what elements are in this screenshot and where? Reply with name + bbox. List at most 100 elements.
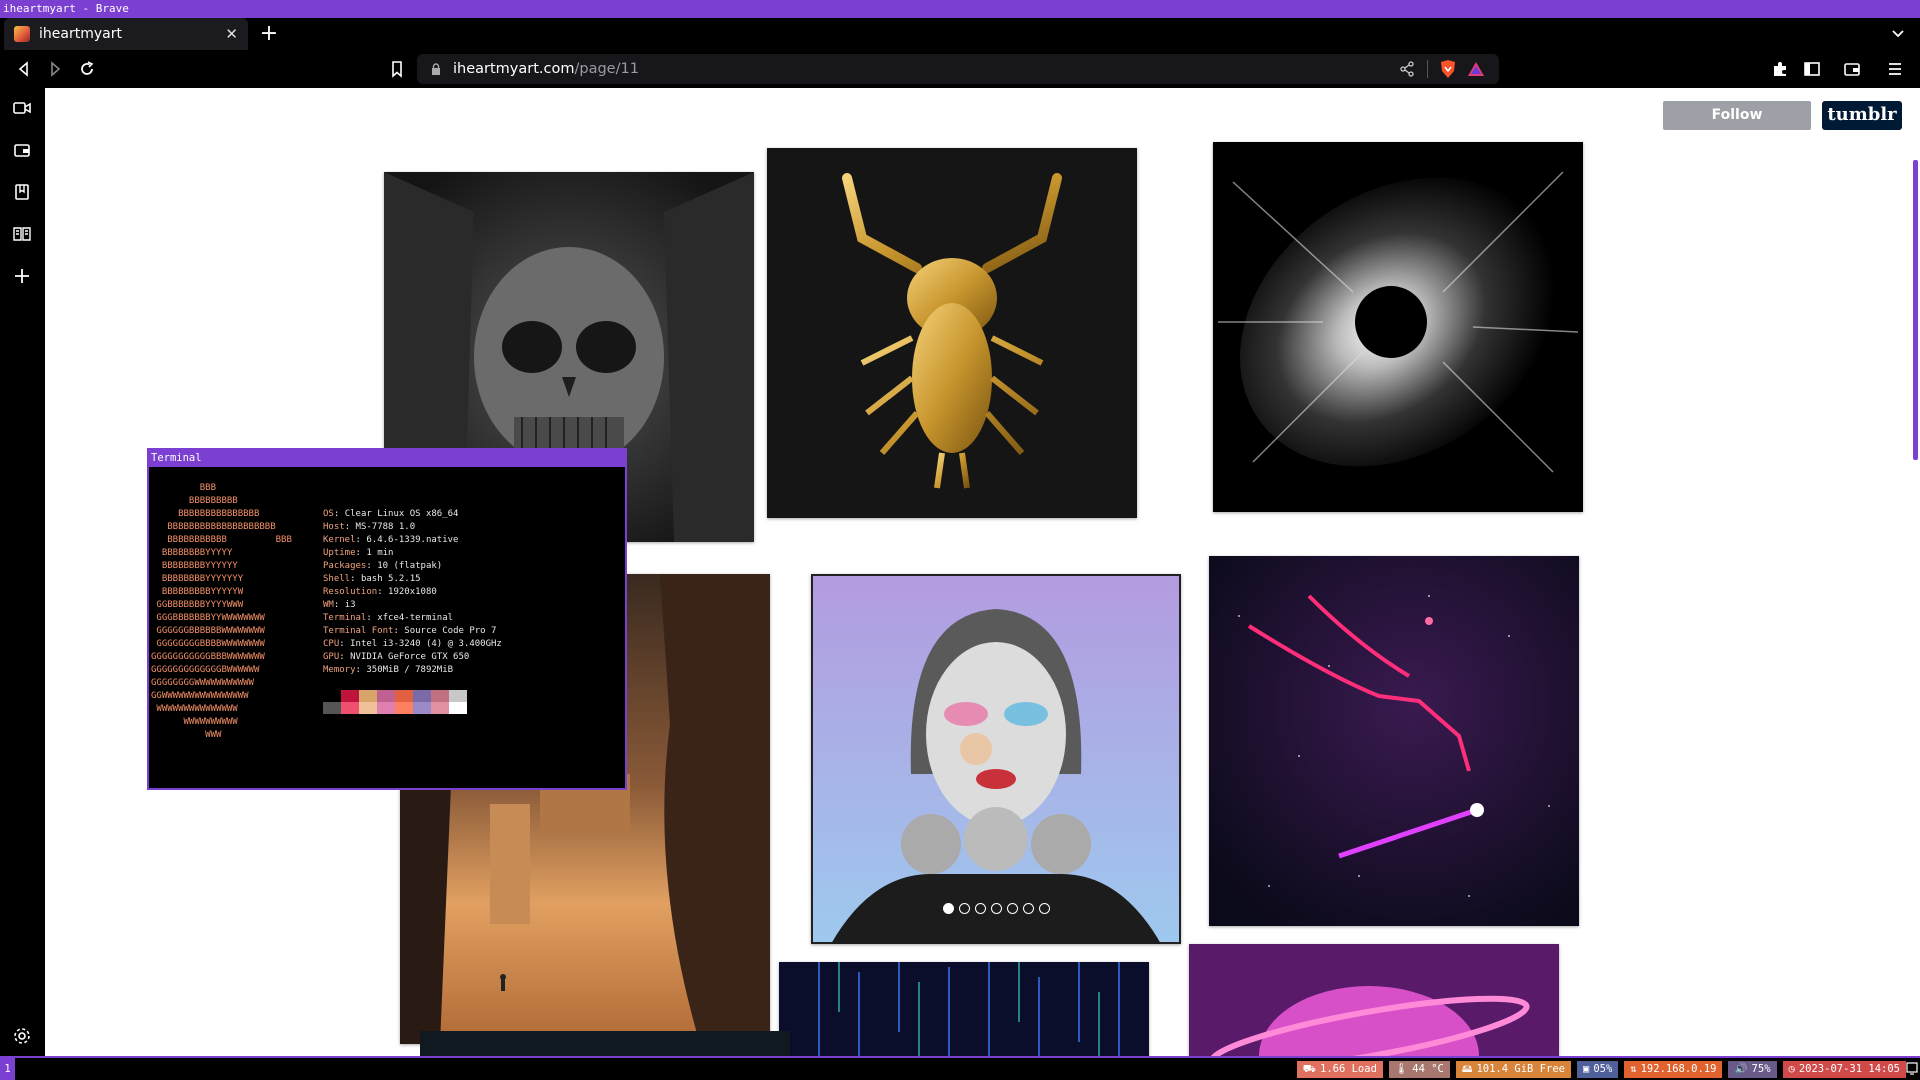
terminal-title-bar[interactable]: Terminal [149, 450, 625, 467]
carousel-dot[interactable] [1038, 903, 1050, 914]
info-key: Host [323, 522, 345, 532]
tab-close-icon[interactable]: ✕ [225, 25, 238, 43]
scorpion-artwork-image [767, 148, 1137, 518]
status-block[interactable]: 🔊 75% [1728, 1061, 1777, 1078]
carousel-dot[interactable] [1006, 903, 1018, 914]
color-swatch [395, 702, 413, 714]
terminal-window[interactable]: Terminal BBB BBBBBBBBB BBBBBBBBBBBBBBB B… [147, 448, 627, 790]
new-tab-plus-icon[interactable]: + [256, 21, 282, 47]
system-info-line: Terminal: xfce4-terminal [323, 613, 454, 623]
brave-rewards-icon[interactable] [1467, 60, 1485, 78]
info-value: xfce4-terminal [377, 613, 454, 623]
wallet-icon[interactable] [1842, 59, 1862, 79]
artwork-neon-planet[interactable] [1189, 944, 1559, 1056]
bookmarks-icon[interactable] [12, 182, 32, 202]
status-block-text: 44 °C [1412, 1063, 1444, 1075]
info-value: Clear Linux OS x86_64 [344, 509, 459, 519]
back-arrow-icon[interactable] [14, 59, 34, 79]
forward-arrow-icon[interactable] [45, 59, 65, 79]
i3-status-bar: 1 ⛟ 1.66 Load 🌡 44 °C 🖴 101.4 GiB Free ▣ 05% ⇅ 19… [0, 1056, 1920, 1080]
sidebar-toggle-icon[interactable] [1802, 59, 1822, 79]
info-value: 350MiB / 7892MiB [366, 665, 454, 675]
status-block[interactable]: ⇅ 192.168.0.19 [1624, 1061, 1723, 1078]
load-icon: ⛟ [1302, 1063, 1316, 1075]
menu-hamburger-icon[interactable] [1885, 59, 1905, 79]
color-swatch [341, 690, 359, 702]
info-key: OS [323, 509, 334, 519]
carousel-dots [811, 903, 1181, 914]
artwork-partial-bottom[interactable] [420, 1031, 790, 1056]
system-info-line: Shell: bash 5.2.15 [323, 574, 421, 584]
system-info-line: Packages: 10 (flatpak) [323, 561, 443, 571]
system-info-line: OS: Clear Linux OS x86_64 [323, 509, 459, 519]
share-icon[interactable] [1399, 61, 1415, 77]
face-roses-artwork-image [811, 574, 1181, 944]
page-scrollbar[interactable] [1913, 160, 1918, 460]
status-block[interactable]: ⛟ 1.66 Load [1296, 1061, 1383, 1078]
site-favicon-icon [14, 26, 30, 42]
color-swatch [431, 690, 449, 702]
info-value: i3 [344, 600, 356, 610]
tray-network-icon[interactable] [1906, 1061, 1918, 1076]
artwork-digital-rain[interactable] [779, 962, 1149, 1056]
tab-title: iheartmyart [39, 26, 122, 42]
neon-hand-artwork-image [1209, 556, 1579, 926]
artwork-neon-hand-comet[interactable] [1209, 556, 1579, 926]
color-swatch [377, 690, 395, 702]
status-block-text: 101.4 GiB Free [1476, 1063, 1565, 1075]
tab-iheartmyart[interactable]: iheartmyart ✕ [4, 18, 248, 50]
address-bar[interactable]: iheartmyart.com/page/11 [417, 54, 1499, 84]
carousel-dot[interactable] [1022, 903, 1034, 914]
info-key: Resolution [323, 587, 378, 597]
follow-button[interactable]: Follow iheartmyart [1663, 101, 1811, 152]
status-blocks: ⛟ 1.66 Load 🌡 44 °C 🖴 101.4 GiB Free ▣ 05% ⇅ 192.… [1296, 1061, 1906, 1078]
artwork-painted-face-roses[interactable] [811, 574, 1181, 944]
carousel-dot[interactable] [974, 903, 986, 914]
artwork-black-hole-streaks[interactable] [1213, 142, 1583, 512]
info-value: 10 (flatpak) [377, 561, 443, 571]
info-key: Shell [323, 574, 351, 584]
system-info-line: CPU: Intel i3-3240 (4) @ 3.400GHz [323, 639, 502, 649]
info-value: bash 5.2.15 [360, 574, 421, 584]
color-swatch [449, 702, 467, 714]
brave-shields-icon[interactable] [1439, 59, 1457, 79]
info-key: Kernel [323, 535, 356, 545]
status-block[interactable]: ▣ 05% [1576, 1061, 1619, 1078]
system-info-line: WM: i3 [323, 600, 356, 610]
carousel-dot[interactable] [942, 903, 954, 914]
window-title-bar: iheartmyart - Brave [0, 0, 1920, 18]
url-path: /page/11 [574, 61, 639, 77]
artwork-gold-scorpion[interactable] [767, 148, 1137, 518]
navigation-toolbar: iheartmyart.com/page/11 [0, 50, 1920, 88]
bookmark-icon[interactable] [387, 59, 407, 79]
info-value: Source Code Pro 7 [404, 626, 497, 636]
status-block[interactable]: 🖴 101.4 GiB Free [1455, 1061, 1571, 1078]
status-block-text: 2023-07-31 14:05 [1798, 1063, 1900, 1075]
extensions-puzzle-icon[interactable] [1770, 59, 1790, 79]
carousel-dot[interactable] [990, 903, 1002, 914]
info-value: 1 min [366, 548, 394, 558]
tumblr-logo[interactable]: tumblr [1822, 101, 1902, 130]
wallet-icon[interactable] [12, 140, 32, 160]
status-block[interactable]: ◷ 2023-07-31 14:05 [1782, 1061, 1906, 1078]
tab-strip: iheartmyart ✕ + [0, 18, 1920, 50]
tab-list-chevron-down-icon[interactable] [1890, 25, 1906, 41]
color-swatch [359, 702, 377, 714]
reading-list-icon[interactable] [12, 224, 32, 244]
reload-icon[interactable] [77, 59, 97, 79]
info-key: Packages [323, 561, 367, 571]
status-block-text: 1.66 Load [1320, 1063, 1377, 1075]
info-key: WM [323, 600, 334, 610]
workspace-button[interactable]: 1 [0, 1058, 15, 1080]
lock-icon [432, 63, 440, 75]
color-swatch [431, 702, 449, 714]
add-panel-plus-icon[interactable] [12, 266, 32, 286]
info-value: Intel i3-3240 (4) @ 3.400GHz [350, 639, 502, 649]
digital-rain-artwork-image [779, 962, 1149, 1056]
volume-icon: 🔊 [1734, 1063, 1748, 1075]
status-block[interactable]: 🌡 44 °C [1388, 1061, 1450, 1078]
color-swatch [341, 702, 359, 714]
carousel-dot[interactable] [958, 903, 970, 914]
settings-gear-icon[interactable] [12, 1026, 32, 1046]
video-call-icon[interactable] [12, 98, 32, 118]
